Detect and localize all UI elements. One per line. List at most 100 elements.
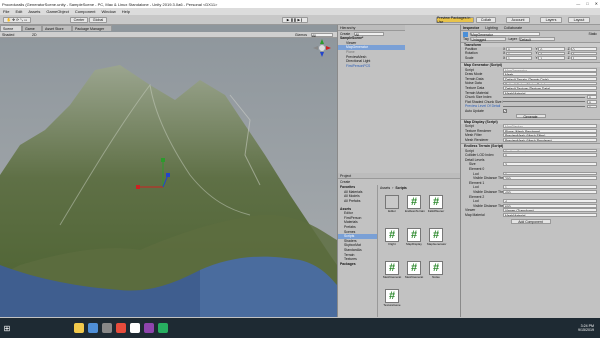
field-value[interactable]: 4 [503,199,597,203]
rotation-y[interactable]: 0 [538,51,565,56]
rotation-x[interactable]: 0 [506,51,533,56]
field-value[interactable]: 200 [503,176,597,181]
store-icon[interactable] [102,323,112,333]
generate-button[interactable]: Generate [515,113,546,119]
field-value[interactable]: MeshMaterial [503,90,597,95]
mode-2d-toggle[interactable]: 2D [32,33,37,37]
field-value[interactable]: MeshMaterial [503,212,597,217]
field-value[interactable]: Default Texture (Texture Data) [503,86,597,90]
field-value[interactable]: 0 [587,95,597,100]
scale-y[interactable]: 1 [538,56,565,60]
rotation-z[interactable]: 0 [570,51,597,56]
project-file-script[interactable]: # Flight [383,228,401,246]
field-value[interactable]: 400 [503,190,597,194]
tab-package-manager[interactable]: Package Manager [72,25,112,31]
slider-track[interactable] [503,105,585,107]
project-create-button[interactable]: Create [338,180,350,184]
scene-view[interactable] [0,25,337,317]
pivot-center-button[interactable]: Center [70,17,88,23]
tab-lighting[interactable]: Lighting [485,26,498,30]
field-value[interactable]: 1 [503,185,597,190]
clock[interactable]: 3:24 PM 9/15/2019 [578,324,594,333]
menu-component[interactable]: Component [75,9,96,14]
edge-icon[interactable] [88,323,98,333]
project-file-script[interactable]: # MapGenerator [427,228,446,246]
position-z[interactable]: 0 [570,46,597,51]
account-button[interactable]: Account [506,17,530,23]
static-toggle[interactable]: Static [589,32,597,36]
minimize-icon[interactable]: — [576,1,580,6]
tab-game[interactable]: Game [22,25,42,31]
field-value[interactable]: Viewer (Transform) [503,208,597,213]
field-label[interactable]: Element 2 [461,195,503,199]
collab-button[interactable]: Collab [476,17,496,23]
transform-tools[interactable]: ✋ ✥ ⟳ ⤡ ▭ [3,17,31,23]
pivot-global-button[interactable]: Global [89,17,107,23]
project-file-script[interactable]: # TextureGene [383,289,401,307]
scene-gizmo-icon[interactable] [313,39,331,57]
menu-file[interactable]: File [3,9,9,14]
app-icon[interactable] [116,323,126,333]
layer-dropdown[interactable]: Default [518,37,555,42]
menu-window[interactable]: Window [102,9,116,14]
breadcrumb-scripts[interactable]: Scripts [395,186,407,190]
project-file-script[interactable]: # MapDisplay [405,228,423,246]
app-icon[interactable] [158,323,168,333]
gizmos-dropdown[interactable]: Gizmos [295,33,307,37]
fav-item[interactable]: All Prefabs [338,199,377,204]
project-file-folder[interactable]: ▪ Editor [383,195,401,213]
auto-update-checkbox[interactable]: ✓ [503,109,507,114]
scene-search-input[interactable]: All [311,32,333,38]
field-value[interactable]: 0 [587,104,597,109]
object-name-input[interactable]: MapGenerator [470,32,540,37]
tab-project[interactable]: Project [338,174,351,178]
project-file-script[interactable]: # MeshGenerat [405,261,423,279]
hierarchy-item-firstperson[interactable]: FirstPersonPCS [338,64,405,69]
layers-button[interactable]: Layers [540,17,562,23]
project-file-script[interactable]: # MeshGenerat [383,261,401,279]
hierarchy-create-button[interactable]: Create [338,32,350,36]
windows-start-icon[interactable]: ⊞ [0,318,14,338]
field-label[interactable]: Detail Levels [461,158,503,162]
field-value[interactable]: PreviewMesh (Mesh Renderer) [503,138,597,142]
tag-dropdown[interactable]: Untagged [470,37,507,42]
scale-z[interactable]: 1 [570,56,597,60]
field-value[interactable]: 0 [503,153,597,158]
packages-header[interactable]: Packages [338,262,377,267]
field-value[interactable]: PreviewMesh (Mesh Filter) [503,133,597,138]
field-value[interactable]: Default Noise (Noise Data) [503,81,597,86]
field-label[interactable]: Element 0 [461,167,503,171]
field-value[interactable]: Default Terrain (Terrain Data) [503,76,597,81]
menu-help[interactable]: Help [122,9,130,14]
position-x[interactable]: 0 [506,46,533,51]
draw-mode-dropdown[interactable]: Mesh [503,72,597,77]
file-explorer-icon[interactable] [74,323,84,333]
add-component-button[interactable]: Add Component [510,219,551,224]
play-controls[interactable]: ▶ ❚❚ ▶❙ [282,17,308,23]
slider-track[interactable] [503,101,585,103]
breadcrumb-assets[interactable]: Assets [380,186,390,190]
tab-asset-store[interactable]: Asset Store [42,25,72,31]
project-file-script[interactable]: # FalloffGener [427,195,445,213]
project-file-script[interactable]: # Noise [427,261,445,279]
close-icon[interactable]: ✕ [595,1,598,6]
field-value[interactable]: 0 [587,99,597,104]
field-value[interactable]: 600 [503,203,597,208]
menu-gameobject[interactable]: GameObject [46,9,68,14]
layout-button[interactable]: Layout [568,17,590,23]
field-label[interactable]: Element 1 [461,181,503,185]
hierarchy-search-input[interactable]: All [354,31,385,37]
field-value[interactable]: Plane (Mesh Renderer) [503,128,597,133]
field-value[interactable]: 3 [503,162,597,167]
unity-icon[interactable] [130,323,140,333]
position-y[interactable]: 0 [538,46,565,51]
field-value[interactable]: 0 [503,171,597,176]
tab-inspector[interactable]: Inspector [461,26,479,30]
tab-hierarchy[interactable]: Hierarchy [338,26,355,30]
shading-dropdown[interactable]: Shaded [2,33,28,37]
maximize-icon[interactable]: □ [586,1,588,6]
scale-x[interactable]: 1 [506,56,533,60]
menu-assets[interactable]: Assets [28,9,40,14]
preview-packages-button[interactable]: Preview Packages in Use [436,16,474,24]
tab-scene[interactable]: Scene [0,25,22,31]
